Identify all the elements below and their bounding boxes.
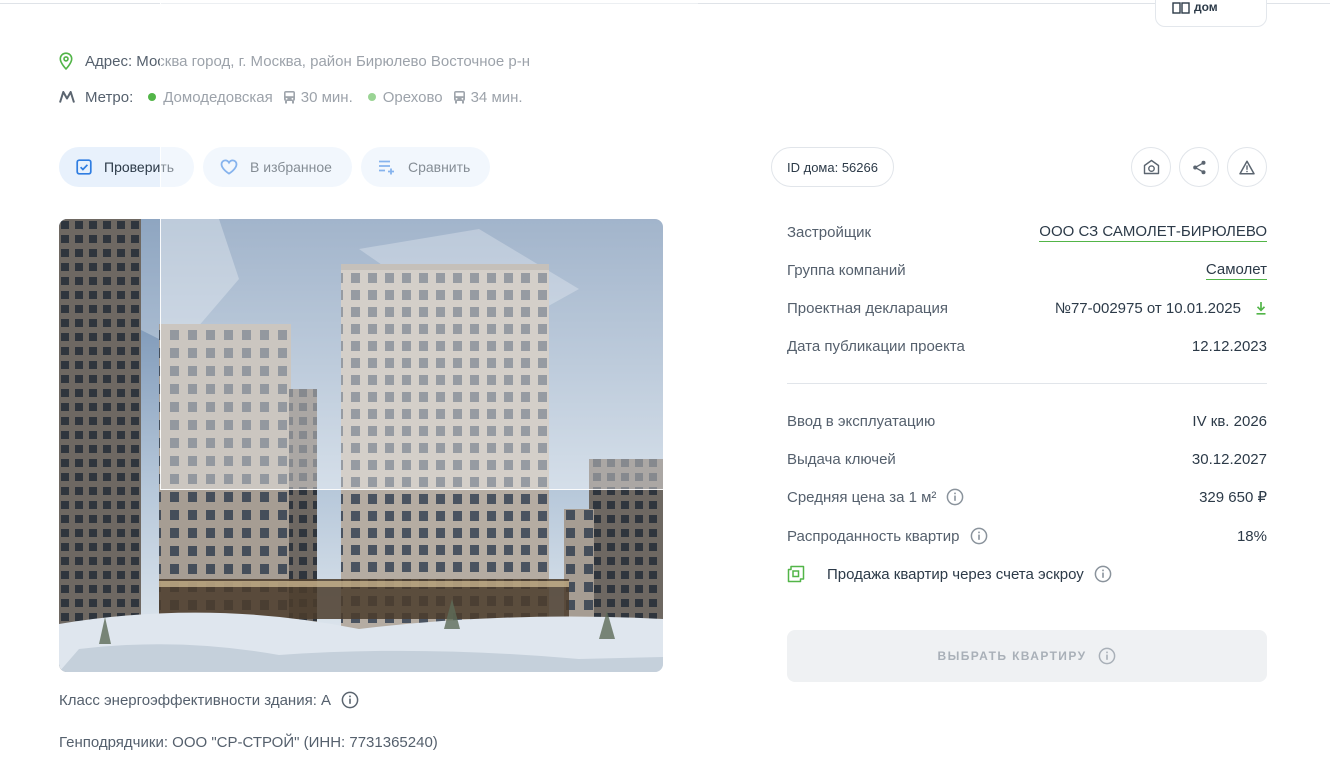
average-price-row: Средняя цена за 1 м² 329 650 ₽ [787, 486, 1267, 508]
average-price-value: 329 650 ₽ [1199, 489, 1267, 506]
escrow-icon [787, 565, 805, 583]
escrow-text: Продажа квартир через счета эскроу [827, 565, 1084, 583]
developer-label: Застройщик [787, 223, 872, 241]
keys-value: 30.12.2027 [1191, 450, 1267, 468]
check-button[interactable]: Проверить [59, 147, 195, 187]
choose-apartment-button[interactable]: ВЫБРАТЬ КВАРТИРУ [787, 630, 1267, 682]
share-icon [1192, 160, 1205, 174]
favorite-button-label: В избранное [250, 159, 332, 175]
sold-out-row: Распроданность квартир 18% [787, 525, 1267, 547]
address-text: Адрес: Москва город, г. Москва, район Би… [85, 52, 530, 70]
average-price-label: Средняя цена за 1 м² [787, 488, 937, 506]
info-icon[interactable] [946, 488, 964, 506]
checkbox-icon [76, 159, 92, 175]
info-icon[interactable] [341, 691, 359, 709]
building-render-image [59, 219, 663, 672]
action-buttons: Проверить В избранное Сравнить [59, 147, 491, 187]
info-icon[interactable] [1094, 565, 1112, 583]
compare-button[interactable]: Сравнить [360, 147, 491, 187]
declaration-value: №77-002975 от 10.01.2025 [1054, 299, 1241, 317]
share-button[interactable] [1179, 147, 1219, 187]
house-id-badge[interactable]: ID дома: 56266 [771, 147, 894, 187]
check-button-label: Проверить [104, 159, 175, 175]
info-icon[interactable] [1098, 647, 1116, 665]
escrow-row: Продажа квартир через счета эскроу [787, 563, 1112, 585]
address-row: Адрес: Москва город, г. Москва, район Би… [59, 51, 530, 71]
metro-icon [59, 91, 75, 103]
photo-report-button[interactable] [1131, 147, 1171, 187]
sold-out-value: 18% [1236, 527, 1267, 545]
publication-date-value: 12.12.2023 [1191, 337, 1267, 355]
publication-date-label: Дата публикации проекта [787, 337, 965, 355]
company-group-label: Группа компаний [787, 261, 906, 279]
heart-icon [220, 159, 238, 175]
metro-travel-time: 34 мин. [470, 88, 523, 106]
house-type-chip[interactable]: дом [1155, 0, 1267, 27]
commissioning-value: IV кв. 2026 [1192, 412, 1267, 430]
location-pin-icon [59, 52, 73, 70]
keys-row: Выдача ключей 30.12.2027 [787, 448, 1267, 470]
report-error-button[interactable] [1227, 147, 1267, 187]
metro-line-dot [148, 93, 157, 101]
top-divider [0, 3, 1330, 4]
energy-class-text: Класс энергоэффективности здания: А [59, 691, 332, 709]
company-group-link[interactable]: Самолет [1205, 261, 1267, 280]
metro-line-dot [367, 93, 376, 101]
declaration-row: Проектная декларация №77-002975 от 10.01… [787, 297, 1267, 319]
metro-station-name[interactable]: Орехово [383, 89, 443, 106]
camera-icon [1143, 159, 1159, 175]
details-divider [787, 383, 1267, 384]
energy-class-row: Класс энергоэффективности здания: А [59, 691, 359, 709]
publication-date-row: Дата публикации проекта 12.12.2023 [787, 335, 1267, 357]
declaration-label: Проектная декларация [787, 299, 949, 317]
download-icon[interactable] [1255, 301, 1267, 315]
metro-station-name[interactable]: Домодедовская [163, 89, 273, 106]
sold-out-label: Распроданность квартир [787, 527, 960, 545]
metro-label: Метро: [85, 88, 134, 106]
building-icon [1172, 2, 1190, 14]
warning-icon [1239, 160, 1255, 174]
developer-link[interactable]: ООО СЗ САМОЛЕТ-БИРЮЛЕВО [1039, 223, 1267, 242]
company-group-row: Группа компаний Самолет [787, 259, 1267, 281]
building-photo[interactable] [59, 219, 663, 672]
compare-add-icon [378, 160, 394, 175]
choose-apartment-label: ВЫБРАТЬ КВАРТИРУ [937, 649, 1087, 663]
favorite-button[interactable]: В избранное [203, 147, 352, 187]
bus-icon [283, 90, 296, 104]
metro-row: Метро: Домодедовская 30 мин. Орехово 34 … [59, 87, 523, 107]
info-icon[interactable] [970, 527, 988, 545]
house-type-label: дом [1194, 0, 1218, 14]
commissioning-label: Ввод в эксплуатацию [787, 412, 936, 430]
keys-label: Выдача ключей [787, 450, 896, 468]
contractors-text: Генподрядчики: ООО "СР-СТРОЙ" (ИНН: 7731… [59, 734, 438, 751]
bus-icon [453, 90, 466, 104]
metro-travel-time: 30 мин. [300, 88, 353, 106]
compare-button-label: Сравнить [407, 159, 471, 175]
commissioning-row: Ввод в эксплуатацию IV кв. 2026 [787, 410, 1267, 432]
developer-row: Застройщик ООО СЗ САМОЛЕТ-БИРЮЛЕВО [787, 221, 1267, 243]
